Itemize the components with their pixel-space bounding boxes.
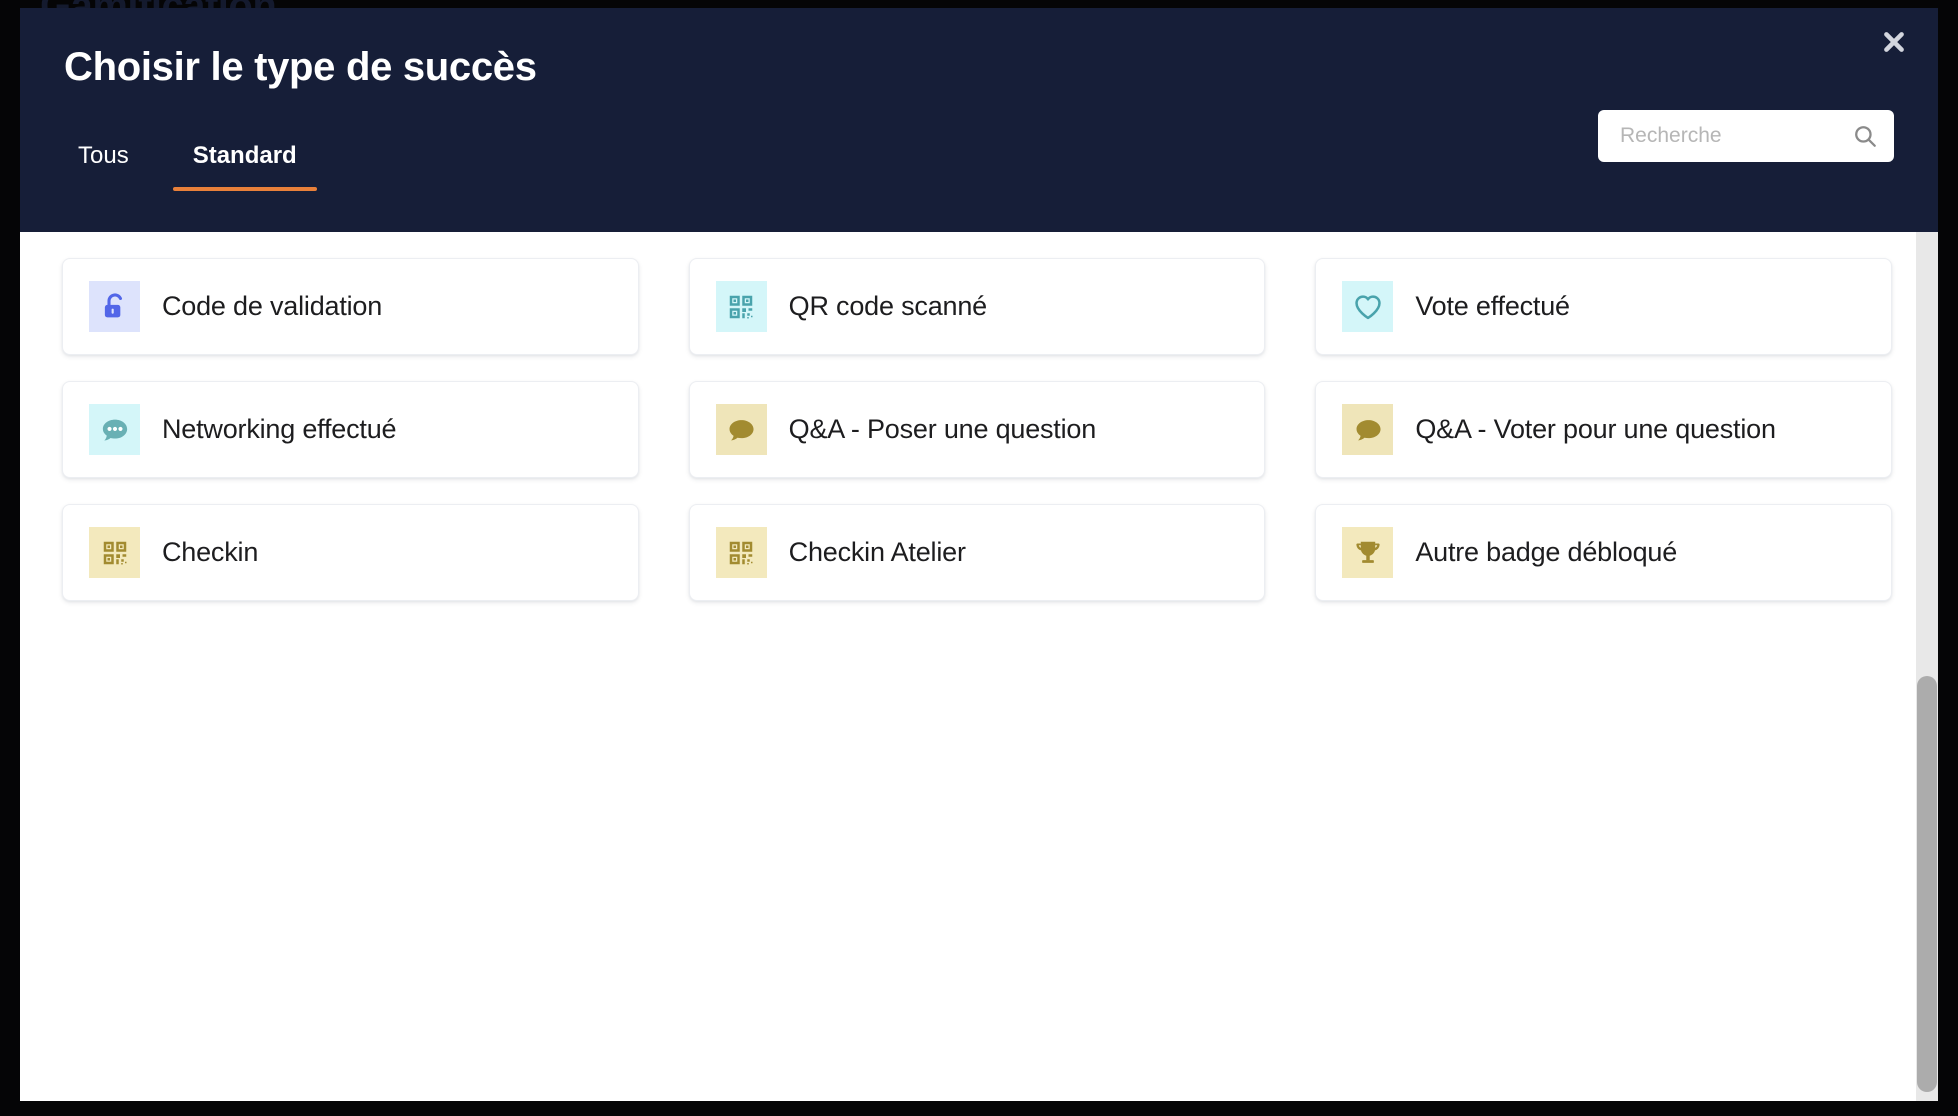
chat-dots-icon bbox=[89, 404, 140, 455]
card-qa-poser-une-question[interactable]: Q&A - Poser une question bbox=[688, 381, 1266, 478]
card-code-de-validation[interactable]: Code de validation bbox=[62, 258, 639, 355]
modal-body: Code de validation QR code scanné Vote e… bbox=[20, 232, 1938, 1101]
card-label: Vote effectué bbox=[1415, 291, 1570, 322]
achievement-type-grid: Code de validation QR code scanné Vote e… bbox=[62, 258, 1892, 601]
card-checkin[interactable]: Checkin bbox=[62, 504, 639, 601]
tab-tous[interactable]: Tous bbox=[64, 141, 161, 191]
card-qr-code-scanne[interactable]: QR code scanné bbox=[688, 258, 1266, 355]
qr-code-icon bbox=[715, 527, 767, 578]
achievement-type-modal: Choisir le type de succès Tous Standard bbox=[20, 8, 1938, 1101]
card-checkin-atelier[interactable]: Checkin Atelier bbox=[688, 504, 1266, 601]
card-qa-voter-pour-une-question[interactable]: Q&A - Voter pour une question bbox=[1315, 381, 1892, 478]
qr-code-icon bbox=[89, 527, 140, 578]
card-vote-effectue[interactable]: Vote effectué bbox=[1315, 258, 1892, 355]
card-networking-effectue[interactable]: Networking effectué bbox=[62, 381, 639, 478]
search-box[interactable] bbox=[1598, 110, 1894, 162]
tab-standard[interactable]: Standard bbox=[161, 141, 329, 191]
modal-header: Choisir le type de succès Tous Standard bbox=[20, 8, 1938, 232]
card-label: Q&A - Poser une question bbox=[788, 414, 1097, 445]
chat-bubble-icon bbox=[1342, 404, 1394, 455]
trophy-icon bbox=[1342, 527, 1394, 578]
search-input[interactable] bbox=[1620, 124, 1852, 148]
card-label: Autre badge débloqué bbox=[1415, 537, 1678, 568]
chat-bubble-icon bbox=[715, 404, 767, 455]
search-icon[interactable] bbox=[1852, 123, 1878, 149]
vertical-scrollbar-thumb[interactable] bbox=[1917, 676, 1937, 1092]
tab-bar: Tous Standard bbox=[64, 141, 329, 191]
card-autre-badge-debloque[interactable]: Autre badge débloqué bbox=[1315, 504, 1892, 601]
card-label: Networking effectué bbox=[162, 414, 397, 445]
card-label: Code de validation bbox=[162, 291, 383, 322]
card-label: QR code scanné bbox=[788, 291, 988, 322]
modal-title: Choisir le type de succès bbox=[64, 45, 537, 89]
card-label: Checkin bbox=[162, 537, 259, 568]
unlock-icon bbox=[89, 281, 140, 332]
heart-icon bbox=[1342, 281, 1394, 332]
card-label: Checkin Atelier bbox=[788, 537, 966, 568]
close-icon[interactable] bbox=[1870, 18, 1918, 66]
qr-code-icon bbox=[715, 281, 767, 332]
card-label: Q&A - Voter pour une question bbox=[1415, 414, 1776, 445]
vertical-scrollbar-track[interactable] bbox=[1916, 232, 1938, 1101]
page-root: Gamification Choisir le type de succès T… bbox=[0, 0, 1958, 1116]
